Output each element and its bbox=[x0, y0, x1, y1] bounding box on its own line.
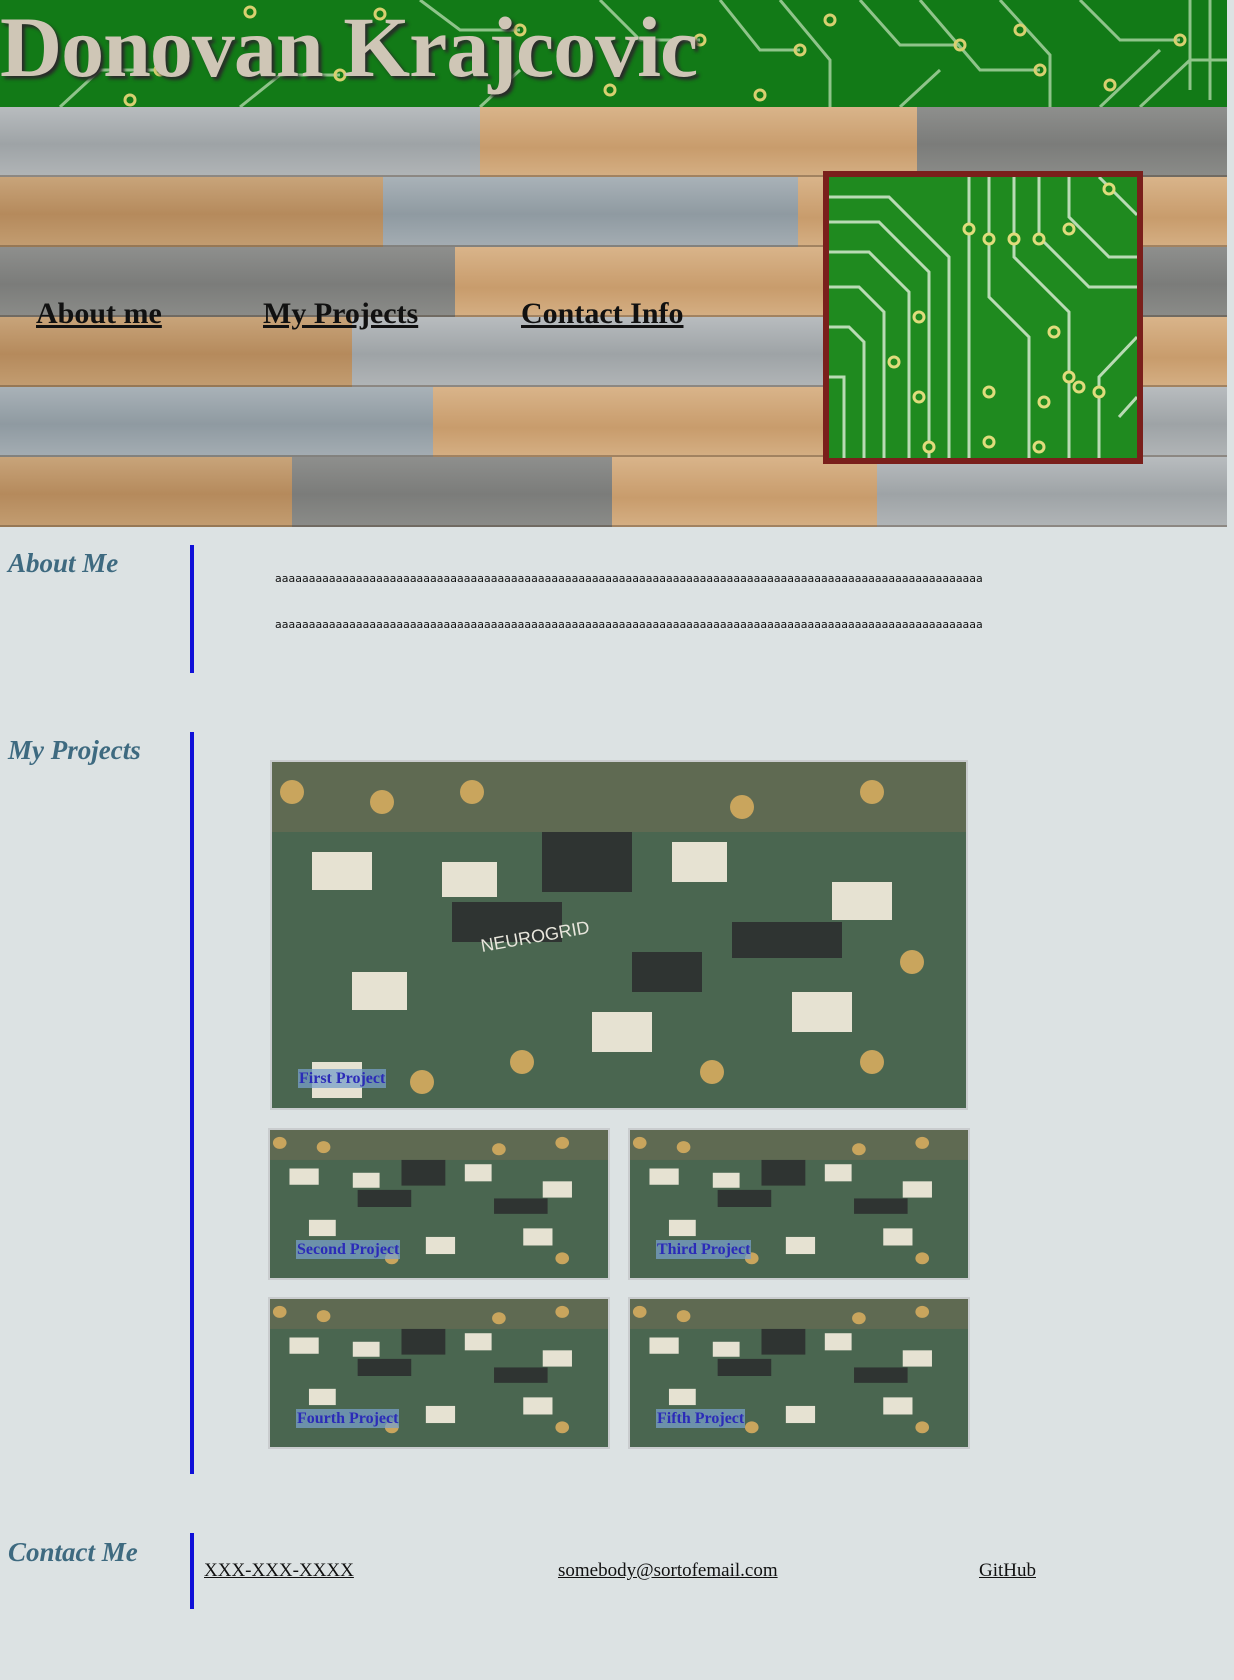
contact-heading: Contact Me bbox=[8, 1537, 138, 1567]
project-card[interactable]: NEUROGRID First Project bbox=[270, 760, 968, 1110]
nav-contact-info[interactable]: Contact Info bbox=[521, 297, 684, 331]
wood-plank bbox=[877, 457, 1227, 527]
wood-plank bbox=[480, 107, 917, 177]
hero-banner: About me My Projects Contact Info bbox=[0, 107, 1227, 527]
wood-plank bbox=[0, 177, 383, 247]
wood-plank bbox=[917, 107, 1227, 177]
about-divider bbox=[190, 545, 194, 673]
projects-divider bbox=[190, 732, 194, 1474]
wood-plank bbox=[433, 387, 863, 457]
project-label[interactable]: Second Project bbox=[296, 1240, 401, 1259]
nav-about-me[interactable]: About me bbox=[36, 297, 162, 331]
contact-email-link[interactable]: somebody@sortofemail.com bbox=[558, 1560, 778, 1582]
wood-plank bbox=[0, 387, 433, 457]
circuit-board-photo-icon: NEUROGRID bbox=[272, 762, 966, 1108]
project-label[interactable]: Fifth Project bbox=[656, 1409, 746, 1428]
contact-divider bbox=[190, 1533, 194, 1609]
wood-plank bbox=[0, 457, 292, 527]
contact-phone-link[interactable]: XXX-XXX-XXXX bbox=[204, 1560, 354, 1582]
project-label[interactable]: Third Project bbox=[656, 1240, 752, 1259]
projects-heading: My Projects bbox=[8, 735, 141, 765]
about-text-line: aaaaaaaaaaaaaaaaaaaaaaaaaaaaaaaaaaaaaaaa… bbox=[275, 618, 983, 631]
about-text-line: aaaaaaaaaaaaaaaaaaaaaaaaaaaaaaaaaaaaaaaa… bbox=[275, 572, 983, 585]
wood-plank bbox=[383, 177, 798, 247]
project-card[interactable]: Fourth Project bbox=[268, 1297, 610, 1449]
contact-github-link[interactable]: GitHub bbox=[979, 1560, 1036, 1582]
header-banner: Donovan Krajcovic bbox=[0, 0, 1227, 107]
project-card[interactable]: Third Project bbox=[628, 1128, 970, 1280]
project-label[interactable]: First Project bbox=[298, 1069, 387, 1088]
project-label[interactable]: Fourth Project bbox=[296, 1409, 400, 1428]
wood-plank bbox=[292, 457, 612, 527]
circuit-logo bbox=[823, 171, 1143, 464]
circuit-board-icon bbox=[829, 175, 1139, 458]
nav-my-projects[interactable]: My Projects bbox=[263, 297, 418, 331]
project-card[interactable]: Second Project bbox=[268, 1128, 610, 1280]
project-card[interactable]: Fifth Project bbox=[628, 1297, 970, 1449]
about-heading: About Me bbox=[8, 548, 119, 578]
wood-plank bbox=[0, 107, 480, 177]
site-title: Donovan Krajcovic bbox=[0, 0, 698, 95]
wood-plank bbox=[612, 457, 877, 527]
